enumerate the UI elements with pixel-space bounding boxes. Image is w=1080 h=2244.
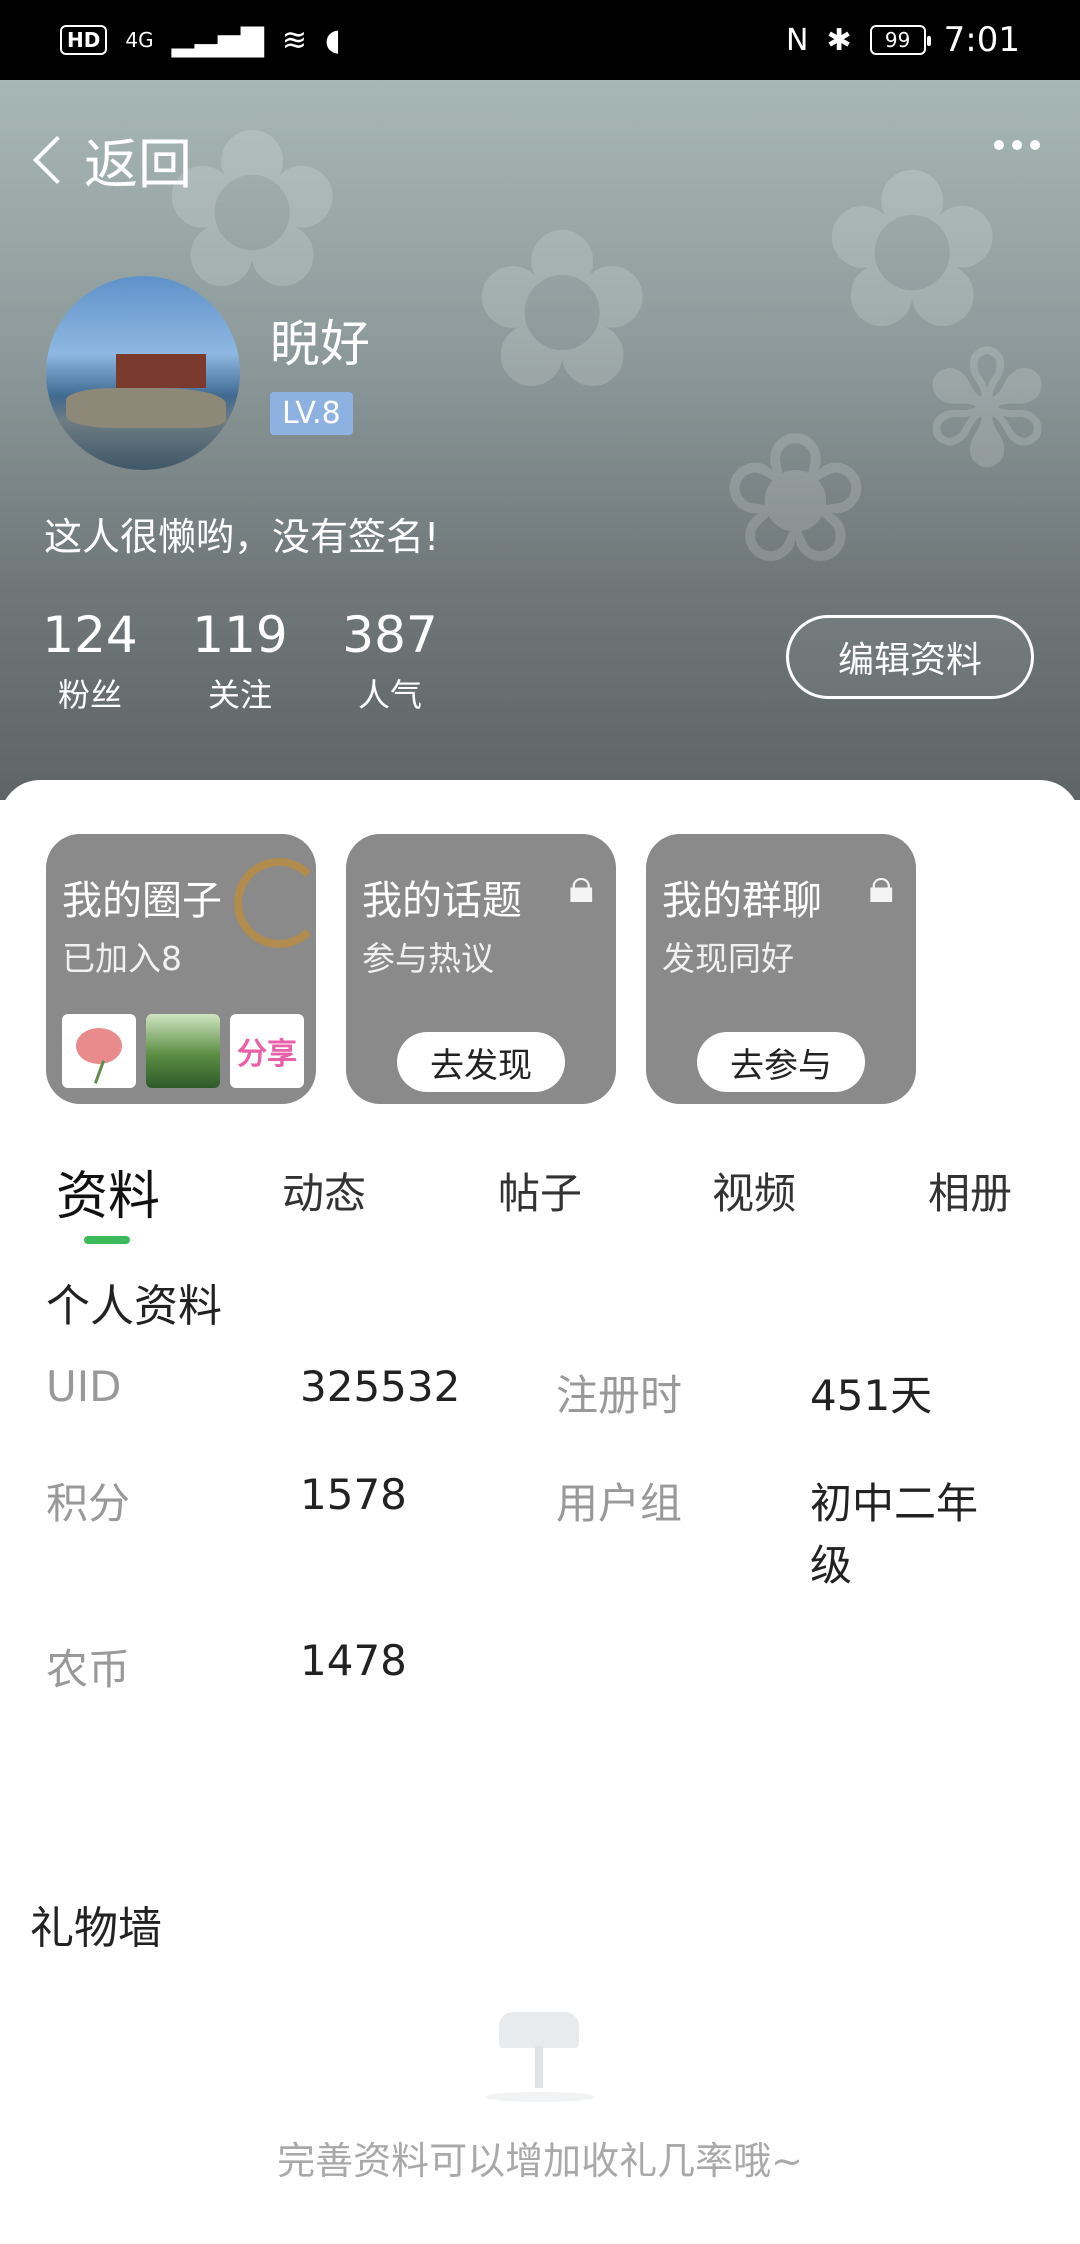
avatar[interactable]	[46, 276, 240, 470]
status-right: N ✱ 99 7:01	[786, 20, 1020, 60]
mailbox-box	[499, 2012, 579, 2048]
profile-tabs: 资料 动态 帖子 视频 相册	[0, 1140, 1080, 1244]
bluetooth-icon: ✱	[826, 22, 852, 58]
stat-label: 粉丝	[57, 676, 122, 714]
background-flower-icon: ❀	[720, 395, 871, 604]
back-button[interactable]: 返回	[28, 120, 192, 199]
gift-wall-title: 礼物墙	[30, 1903, 162, 1954]
battery-icon: 99	[869, 25, 931, 55]
stat-value: 124	[42, 606, 138, 664]
mailbox-shadow	[485, 2092, 595, 2102]
tab-profile[interactable]: 资料	[56, 1154, 160, 1229]
back-label: 返回	[84, 133, 192, 196]
more-dot-icon	[1030, 140, 1040, 150]
register-label: 注册时	[556, 1371, 683, 1420]
battery-level: 99	[884, 28, 911, 52]
background-flower-icon: ✿	[470, 182, 655, 438]
more-dot-icon	[1012, 140, 1022, 150]
swirl-icon	[234, 858, 324, 948]
mailbox-post	[535, 2046, 543, 2088]
gift-empty-text: 完善资料可以增加收礼几率哦~	[277, 2139, 803, 2183]
thumbnail-share[interactable]: 分享	[230, 1014, 304, 1088]
nfc-icon: N	[786, 22, 809, 58]
status-left: HD 4G ▂▃▅▇ ≋ ◖	[60, 23, 341, 58]
user-group-value-line1: 初中二年	[810, 1479, 979, 1528]
card-my-group-chats[interactable]: 我的群聊 发现同好 🔒︎ 去参与	[646, 834, 916, 1104]
coins-value: 1478	[300, 1636, 407, 1685]
edit-profile-button[interactable]: 编辑资料	[786, 615, 1034, 699]
background-flower-icon: ✾	[920, 316, 1055, 503]
circle-thumbnails: 分享	[62, 1014, 304, 1088]
thumbnail-garden[interactable]	[146, 1014, 220, 1088]
stat-following[interactable]: 119 关注	[180, 606, 300, 716]
points-label: 积分	[46, 1479, 131, 1528]
join-button[interactable]: 去参与	[697, 1032, 865, 1092]
card-subtitle: 发现同好	[662, 939, 794, 978]
stat-value: 387	[342, 606, 438, 664]
tab-activity[interactable]: 动态	[282, 1160, 366, 1221]
user-group-label: 用户组	[556, 1479, 683, 1528]
section-title: 个人资料	[46, 1281, 222, 1332]
level-badge: LV.8	[270, 392, 353, 435]
uid-label: UID	[46, 1362, 122, 1411]
user-group-value-line2: 级	[810, 1541, 853, 1590]
avatar-rock	[66, 388, 226, 428]
stat-fans[interactable]: 124 粉丝	[30, 606, 150, 716]
thumbnail-flower[interactable]	[62, 1014, 136, 1088]
points-value: 1578	[300, 1470, 407, 1519]
hd-icon: HD	[60, 25, 108, 55]
card-my-topics[interactable]: 我的话题 参与热议 🔒︎ 去发现	[346, 834, 616, 1104]
lock-icon: 🔒︎	[568, 858, 594, 914]
lock-icon: 🔒︎	[868, 858, 894, 914]
signature: 这人很懒哟，没有签名!	[44, 515, 440, 559]
stat-value: 119	[192, 606, 288, 664]
stat-label: 人气	[357, 676, 422, 714]
chevron-left-icon	[32, 135, 82, 184]
discover-button[interactable]: 去发现	[397, 1032, 565, 1092]
card-title: 我的话题	[362, 878, 522, 924]
card-subtitle: 参与热议	[362, 939, 494, 978]
username: 睨好	[270, 315, 370, 373]
profile-header: ✿ ✿ ✿ ❀ ✾ 返回 睨好 LV.8 这人很懒哟，没有签名! 124 粉丝 …	[0, 80, 1080, 800]
wifi-icon: ≋	[281, 22, 308, 58]
clock: 7:01	[943, 20, 1020, 60]
signal-icon: ▂▃▅▇	[171, 22, 264, 58]
tab-posts[interactable]: 帖子	[498, 1160, 582, 1221]
uid-value: 325532	[300, 1362, 461, 1411]
card-title: 我的群聊	[662, 878, 822, 924]
register-value: 451天	[810, 1371, 933, 1420]
hotspot-icon: ◖	[325, 22, 341, 58]
stat-label: 关注	[207, 676, 272, 714]
more-options-button[interactable]	[994, 140, 1040, 150]
card-my-circles[interactable]: 我的圈子 已加入8 分享	[46, 834, 324, 1104]
tab-videos[interactable]: 视频	[712, 1160, 796, 1221]
avatar-house	[116, 354, 206, 388]
active-tab-indicator	[84, 1236, 130, 1244]
mailbox-icon	[485, 2012, 595, 2102]
coins-label: 农币	[46, 1645, 131, 1694]
tab-albums[interactable]: 相册	[928, 1160, 1012, 1221]
content-sheet: 我的圈子 已加入8 分享 我的话题 参与热议 🔒︎ 去发现 我的群聊 发现同好 …	[0, 780, 1080, 2244]
network-type: 4G	[125, 28, 154, 52]
status-bar: HD 4G ▂▃▅▇ ≋ ◖ N ✱ 99 7:01	[0, 0, 1080, 80]
stat-popularity[interactable]: 387 人气	[330, 606, 450, 716]
more-dot-icon	[994, 140, 1004, 150]
